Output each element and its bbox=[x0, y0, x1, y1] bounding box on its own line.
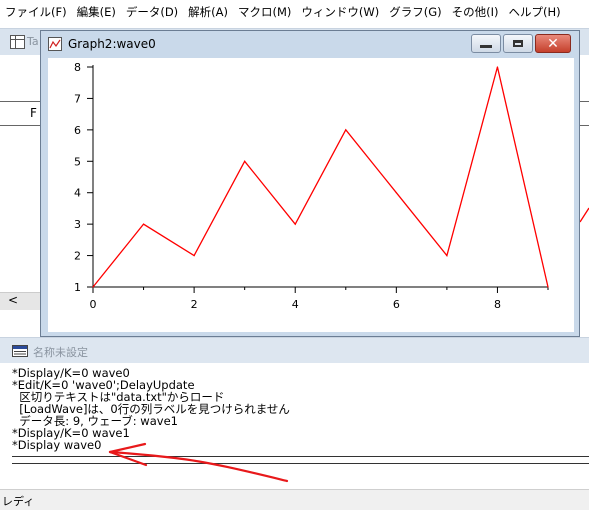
command-history: *Display/K=0 wave0 *Edit/K=0 'wave0';Del… bbox=[12, 367, 290, 451]
command-window-icon bbox=[12, 345, 28, 357]
status-text: レディ bbox=[2, 495, 35, 508]
graph-window[interactable]: Graph2:wave0 ✕ 1 2 3 4 5 6 7 8 0 2 4 6 8 bbox=[40, 30, 580, 337]
minimize-icon bbox=[480, 45, 492, 48]
y-tick-label: 3 bbox=[74, 218, 81, 231]
table-window-title: Ta bbox=[27, 35, 39, 48]
y-tick-label: 5 bbox=[74, 155, 81, 168]
history-line: *Display wave0 bbox=[12, 438, 102, 452]
graph-window-titlebar[interactable]: Graph2:wave0 ✕ bbox=[41, 31, 579, 58]
graph-icon bbox=[48, 37, 62, 51]
menu-other[interactable]: その他(I) bbox=[447, 4, 504, 20]
data-point bbox=[294, 223, 296, 225]
command-window-titlebar[interactable]: 名称未設定 bbox=[0, 338, 589, 363]
data-point bbox=[193, 254, 195, 257]
menubar: ファイル(F) 編集(E) データ(D) 解析(A) マクロ(M) ウィンドウ(… bbox=[0, 0, 589, 24]
menu-file[interactable]: ファイル(F) bbox=[0, 4, 72, 20]
maximize-icon bbox=[513, 40, 523, 47]
command-window-title: 名称未設定 bbox=[33, 346, 88, 359]
close-button[interactable]: ✕ bbox=[535, 34, 571, 53]
menu-macro[interactable]: マクロ(M) bbox=[233, 4, 296, 20]
close-icon: ✕ bbox=[547, 35, 559, 52]
command-input-line[interactable] bbox=[12, 463, 589, 464]
x-tick-label: 4 bbox=[292, 298, 299, 311]
y-tick-label: 6 bbox=[74, 124, 81, 137]
horizontal-scrollbar[interactable]: < bbox=[0, 292, 40, 310]
menu-data[interactable]: データ(D) bbox=[121, 4, 183, 20]
y-tick-label: 8 bbox=[74, 61, 81, 74]
y-tick-label: 4 bbox=[74, 187, 81, 200]
menu-help[interactable]: ヘルプ(H) bbox=[504, 4, 566, 20]
scroll-left-arrow-icon[interactable]: < bbox=[8, 293, 18, 307]
data-point bbox=[244, 160, 246, 162]
command-window[interactable]: 名称未設定 *Display/K=0 wave0 *Edit/K=0 'wave… bbox=[0, 337, 589, 489]
data-point bbox=[446, 254, 448, 257]
data-point bbox=[496, 66, 499, 68]
data-point bbox=[92, 286, 94, 288]
y-tick-label: 2 bbox=[74, 250, 81, 263]
y-tick-label: 7 bbox=[74, 92, 81, 105]
graph-window-title: Graph2:wave0 bbox=[68, 37, 156, 51]
x-tick-label: 0 bbox=[90, 298, 97, 311]
data-point bbox=[142, 223, 145, 225]
table-icon bbox=[10, 35, 25, 49]
status-bar: レディ bbox=[0, 489, 589, 510]
x-tick-label: 2 bbox=[191, 298, 198, 311]
data-point bbox=[395, 192, 397, 194]
x-tick-label: 6 bbox=[393, 298, 400, 311]
menu-edit[interactable]: 編集(E) bbox=[72, 4, 121, 20]
data-point bbox=[345, 129, 347, 131]
table-cell[interactable]: F bbox=[30, 106, 37, 120]
plot-area[interactable]: 1 2 3 4 5 6 7 8 0 2 4 6 8 bbox=[48, 58, 574, 332]
maximize-button[interactable] bbox=[503, 34, 533, 53]
y-tick-label: 1 bbox=[74, 281, 81, 294]
menu-graph[interactable]: グラフ(G) bbox=[384, 4, 446, 20]
x-tick-label: 8 bbox=[494, 298, 501, 311]
series-line bbox=[92, 66, 549, 288]
menu-window[interactable]: ウィンドウ(W) bbox=[296, 4, 384, 20]
line-chart: 1 2 3 4 5 6 7 8 0 2 4 6 8 bbox=[74, 61, 549, 311]
data-point bbox=[547, 286, 549, 288]
command-line-divider bbox=[12, 456, 589, 457]
minimize-button[interactable] bbox=[471, 34, 501, 53]
menu-analysis[interactable]: 解析(A) bbox=[183, 4, 233, 20]
background-graph-edge bbox=[580, 207, 589, 223]
